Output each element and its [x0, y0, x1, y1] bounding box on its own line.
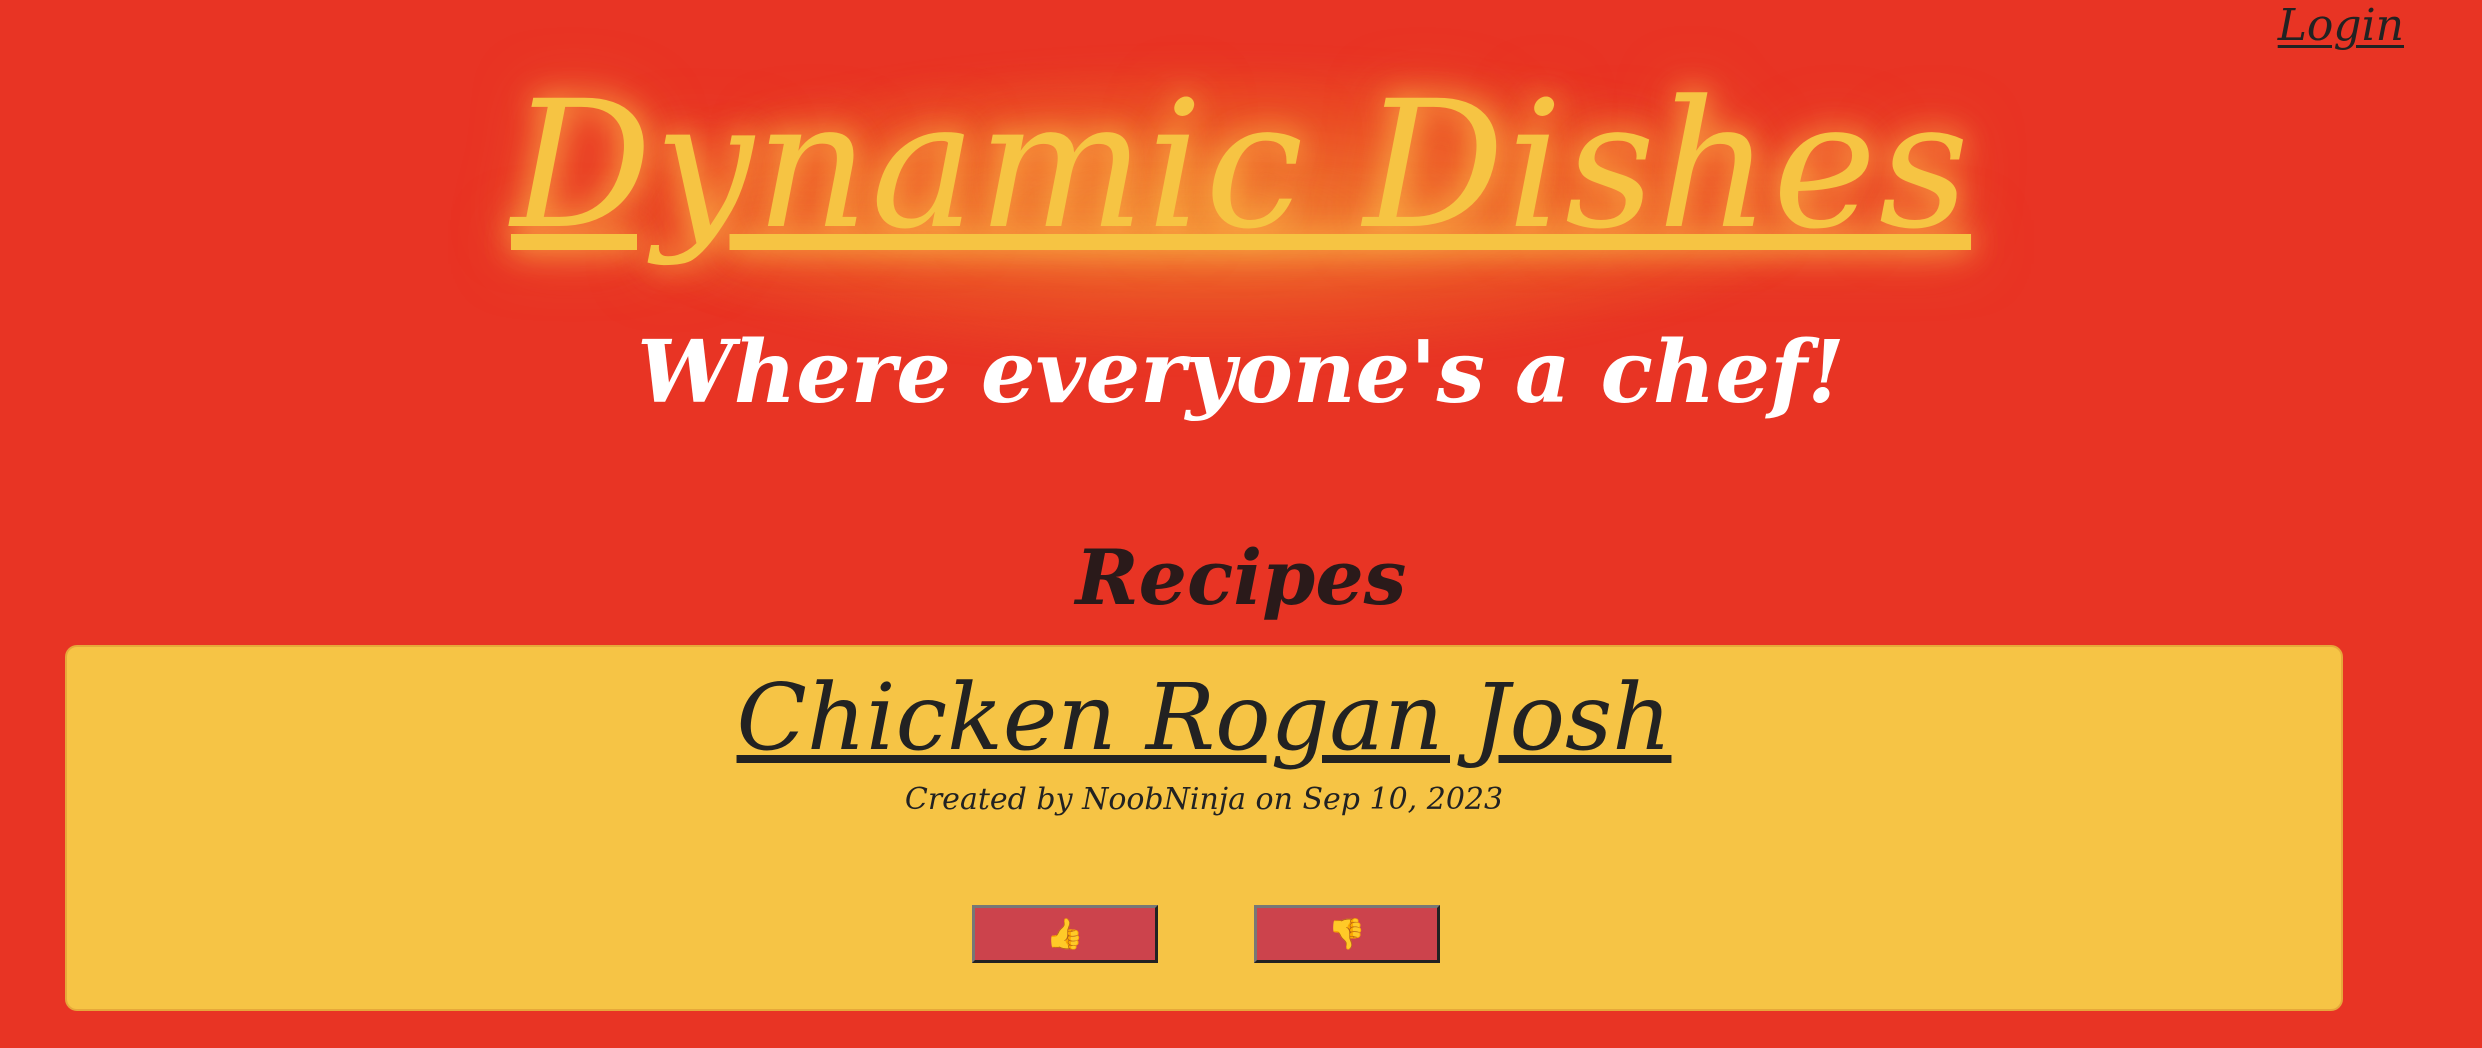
thumbs-up-icon: 👍 [1046, 916, 1084, 952]
recipe-title-link[interactable]: Chicken Rogan Josh [67, 665, 2341, 771]
page: Login Dynamic Dishes Where everyone's a … [0, 0, 2482, 1048]
tagline: Where everyone's a chef! [637, 322, 1845, 423]
recipe-card: Chicken Rogan Josh Created by NoobNinja … [65, 645, 2343, 1011]
recipes-heading: Recipes [1075, 533, 1407, 622]
site-title: Dynamic Dishes [510, 63, 1972, 268]
recipe-meta: Created by NoobNinja on Sep 10, 2023 [904, 782, 1504, 817]
thumbs-down-icon: 👎 [1328, 916, 1366, 952]
downvote-button[interactable]: 👎 [1254, 905, 1440, 963]
upvote-button[interactable]: 👍 [972, 905, 1158, 963]
login-link[interactable]: Login [2278, 0, 2404, 51]
